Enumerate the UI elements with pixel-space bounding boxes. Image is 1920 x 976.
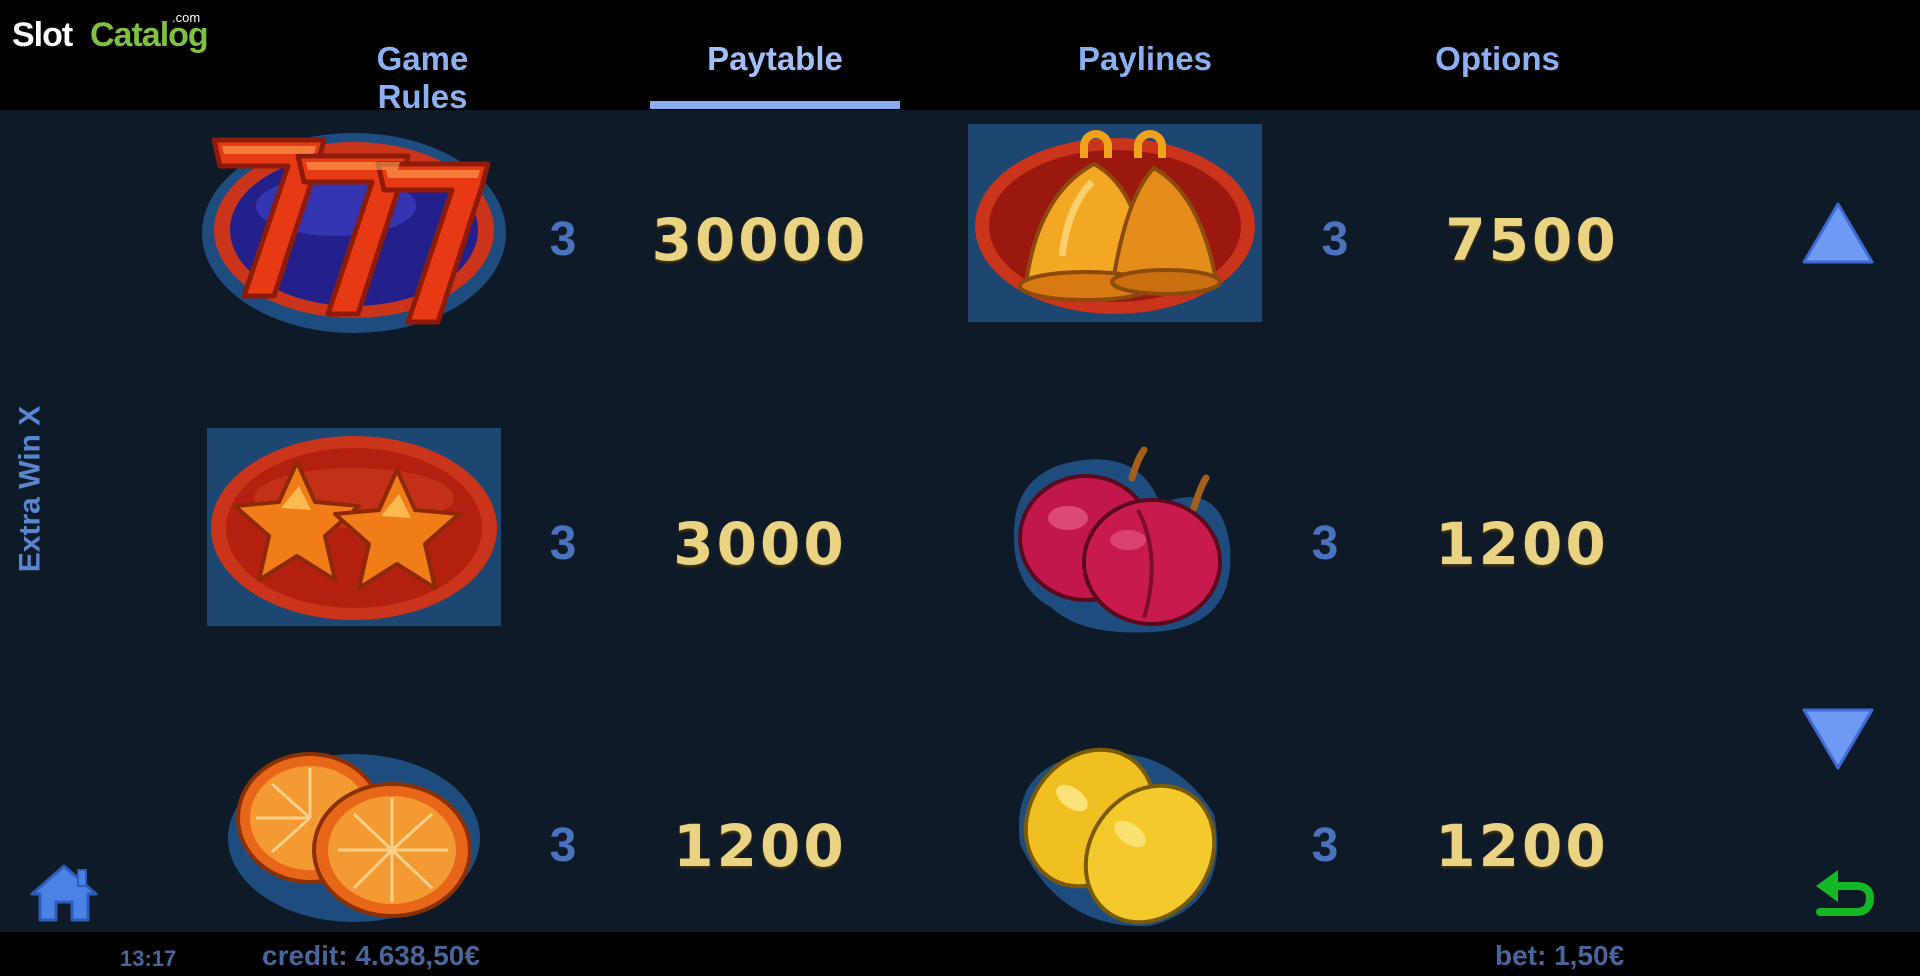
payout-value: 1200 bbox=[1435, 812, 1609, 880]
home-icon[interactable] bbox=[28, 862, 100, 929]
symbol-count: 3 bbox=[549, 213, 577, 266]
clock-time: 13:17 bbox=[120, 946, 177, 971]
tab-options[interactable]: Options bbox=[1400, 40, 1595, 78]
logo-text-main: Slot bbox=[12, 16, 73, 54]
symbol-count: 3 bbox=[549, 819, 577, 872]
payout-value: 30000 bbox=[651, 206, 869, 274]
back-arrow-icon[interactable] bbox=[1812, 862, 1878, 933]
symbol-count: 3 bbox=[1311, 517, 1339, 570]
lemons-icon bbox=[1000, 734, 1230, 935]
scroll-up-arrow-icon[interactable] bbox=[1802, 200, 1874, 271]
payout-value: 1200 bbox=[1435, 510, 1609, 578]
bells-icon bbox=[968, 124, 1262, 327]
active-tab-indicator bbox=[650, 101, 900, 109]
logo-text-suffix: .com bbox=[172, 10, 201, 25]
scroll-down-arrow-icon[interactable] bbox=[1802, 706, 1874, 777]
tab-paylines[interactable]: Paylines bbox=[1050, 40, 1240, 78]
sevens-icon bbox=[196, 118, 511, 341]
game-title-text: Extra Win X bbox=[13, 405, 47, 573]
plums-icon bbox=[992, 438, 1242, 643]
stars-icon bbox=[207, 428, 501, 631]
payout-value: 1200 bbox=[673, 812, 847, 880]
credit-balance: credit: 4.638,50€ bbox=[262, 940, 480, 971]
symbol-count: 3 bbox=[1311, 819, 1339, 872]
tab-game-rules[interactable]: Game Rules bbox=[330, 40, 515, 116]
payout-value: 3000 bbox=[673, 510, 847, 578]
symbol-count: 3 bbox=[1321, 213, 1349, 266]
oranges-icon bbox=[226, 738, 486, 933]
game-title-vertical: Extra Win X bbox=[8, 400, 48, 575]
payout-value: 7500 bbox=[1445, 206, 1619, 274]
tab-paytable[interactable]: Paytable bbox=[650, 40, 900, 78]
symbol-count: 3 bbox=[549, 517, 577, 570]
bet-amount: bet: 1,50€ bbox=[1495, 940, 1625, 971]
top-bar bbox=[0, 0, 1920, 110]
